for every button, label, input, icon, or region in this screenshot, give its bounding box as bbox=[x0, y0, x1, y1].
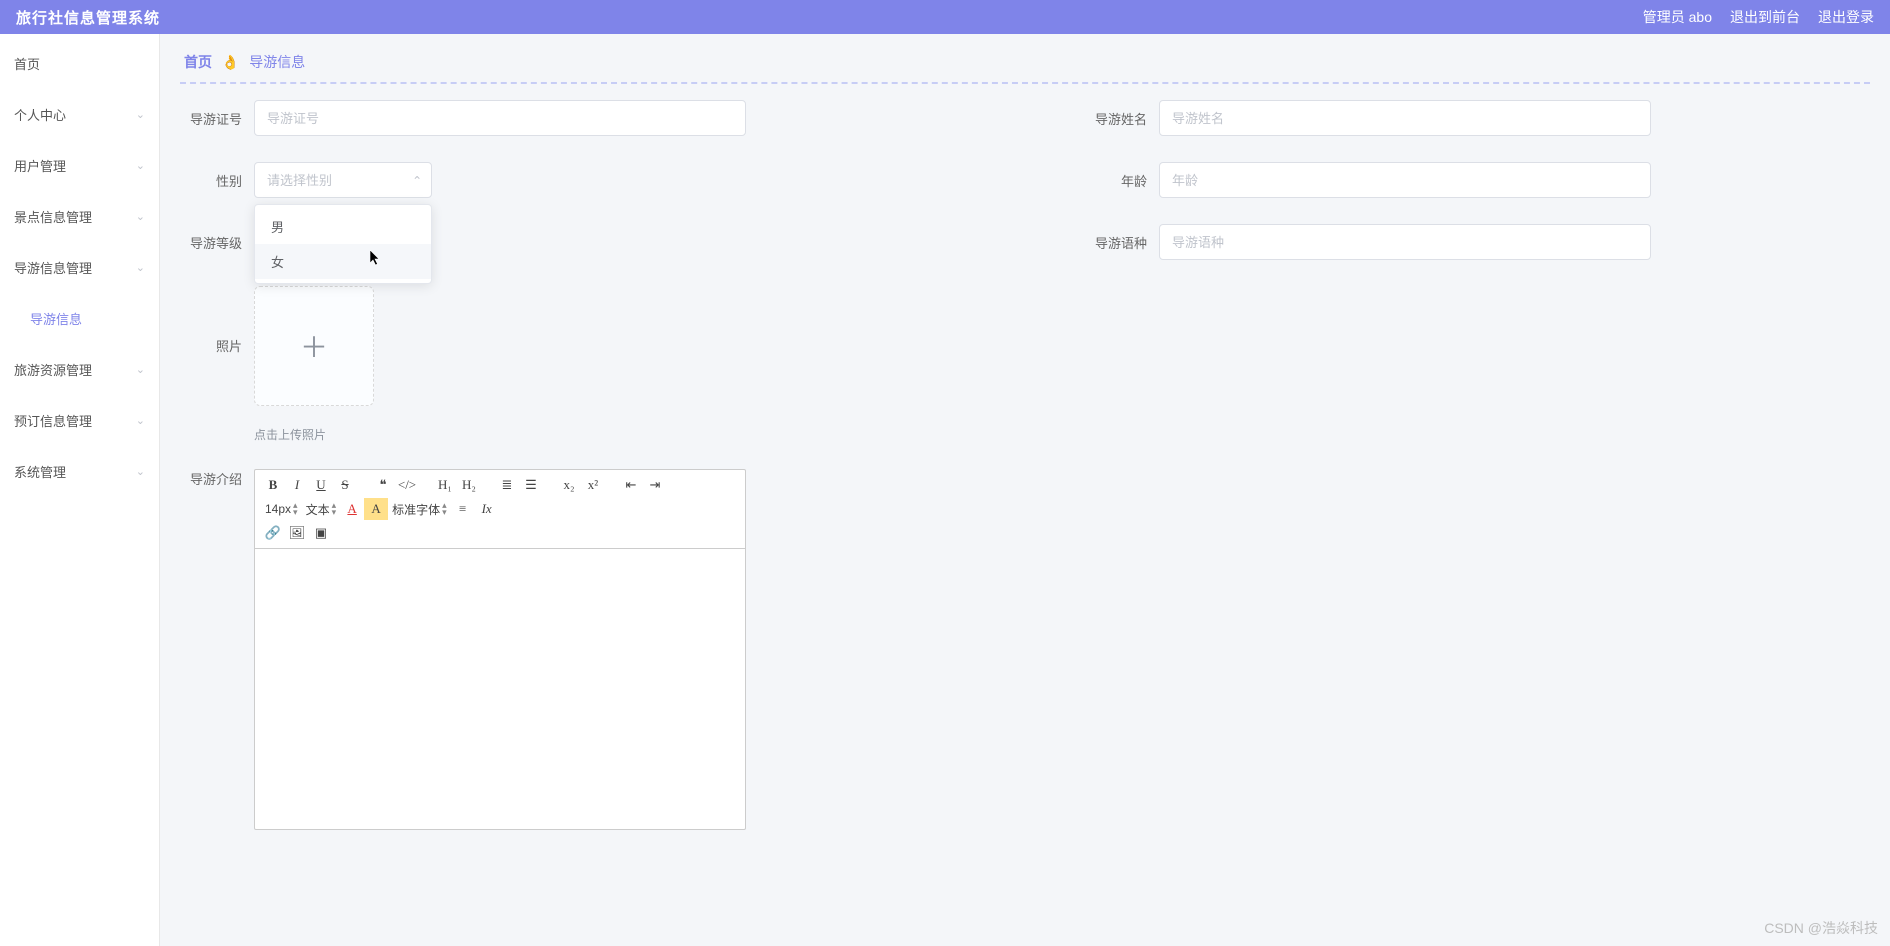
font-family-value: 标准字体 bbox=[392, 501, 440, 518]
sidebar-item-label: 系统管理 bbox=[14, 462, 66, 481]
sidebar-item-label: 个人中心 bbox=[14, 105, 66, 124]
sidebar-item-label: 导游信息管理 bbox=[14, 258, 92, 277]
label-intro: 导游介绍 bbox=[180, 469, 242, 488]
brand-title: 旅行社信息管理系统 bbox=[16, 7, 160, 28]
indent-icon[interactable]: ⇥ bbox=[643, 474, 667, 496]
underline-icon[interactable]: U bbox=[309, 474, 333, 496]
photo-upload-hint: 点击上传照片 bbox=[254, 426, 326, 443]
font-family-select[interactable]: 标准字体 ▴▾ bbox=[388, 498, 451, 520]
chevron-down-icon: ⌄ bbox=[136, 210, 145, 223]
breadcrumb-home[interactable]: 首页 bbox=[184, 54, 212, 70]
logout-link[interactable]: 退出登录 bbox=[1818, 7, 1874, 27]
sort-icon: ▴▾ bbox=[332, 502, 337, 516]
sidebar-item-system[interactable]: 系统管理 ⌄ bbox=[0, 446, 159, 497]
rich-editor: B I U S ❝ </> H₁ H₂ ≣ ☰ bbox=[254, 469, 746, 830]
chevron-down-icon: ⌄ bbox=[136, 159, 145, 172]
bold-icon[interactable]: B bbox=[261, 474, 285, 496]
editor-toolbar: B I U S ❝ </> H₁ H₂ ≣ ☰ bbox=[255, 470, 745, 549]
separator-icon bbox=[543, 474, 557, 496]
sidebar-item-label: 用户管理 bbox=[14, 156, 66, 175]
font-size-value: 14px bbox=[265, 502, 291, 516]
sidebar-item-label: 旅游资源管理 bbox=[14, 360, 92, 379]
sidebar-item-label: 预订信息管理 bbox=[14, 411, 92, 430]
video-icon[interactable]: ▣ bbox=[309, 522, 333, 544]
language-input[interactable] bbox=[1159, 224, 1651, 260]
highlight-icon[interactable]: A bbox=[364, 498, 388, 520]
sidebar-item-profile[interactable]: 个人中心 ⌄ bbox=[0, 89, 159, 140]
breadcrumb-icon: 👌 bbox=[222, 54, 239, 70]
sort-icon: ▴▾ bbox=[442, 502, 447, 516]
gender-option-male[interactable]: 男 bbox=[255, 209, 431, 244]
gender-option-female[interactable]: 女 bbox=[255, 244, 431, 279]
chevron-down-icon: ⌄ bbox=[136, 414, 145, 427]
font-size-select[interactable]: 14px ▴▾ bbox=[261, 498, 302, 520]
guide-id-input[interactable] bbox=[254, 100, 746, 136]
age-input[interactable] bbox=[1159, 162, 1651, 198]
breadcrumb: 首页 👌 导游信息 bbox=[180, 46, 1870, 84]
chevron-down-icon: ⌄ bbox=[136, 108, 145, 121]
label-level: 导游等级 bbox=[180, 233, 242, 252]
photo-upload[interactable]: ＋ bbox=[254, 286, 374, 406]
sidebar-item-label: 景点信息管理 bbox=[14, 207, 92, 226]
cursor-icon bbox=[370, 250, 382, 266]
separator-icon bbox=[605, 474, 619, 496]
sidebar-item-users[interactable]: 用户管理 ⌄ bbox=[0, 140, 159, 191]
subscript-icon[interactable]: x₂ bbox=[557, 474, 581, 496]
image-icon[interactable]: 🖼 bbox=[285, 522, 309, 544]
gender-dropdown: 男 女 bbox=[254, 204, 432, 284]
sidebar-item-resources[interactable]: 旅游资源管理 ⌄ bbox=[0, 344, 159, 395]
sidebar-item-guides[interactable]: 导游信息管理 ⌄ bbox=[0, 242, 159, 293]
h2-icon[interactable]: H₂ bbox=[457, 474, 481, 496]
outdent-icon[interactable]: ⇤ bbox=[619, 474, 643, 496]
sidebar-item-label: 导游信息 bbox=[30, 309, 82, 328]
sidebar: 首页 个人中心 ⌄ 用户管理 ⌄ 景点信息管理 ⌄ 导游信息管理 ⌄ 导游信息 … bbox=[0, 34, 160, 946]
label-language: 导游语种 bbox=[1085, 233, 1147, 252]
clear-format-icon[interactable]: Ix bbox=[475, 498, 499, 520]
link-icon[interactable]: 🔗 bbox=[261, 522, 285, 544]
superscript-icon[interactable]: x² bbox=[581, 474, 605, 496]
italic-icon[interactable]: I bbox=[285, 474, 309, 496]
exit-front-link[interactable]: 退出到前台 bbox=[1730, 7, 1800, 27]
guide-name-input[interactable] bbox=[1159, 100, 1651, 136]
label-guide-name: 导游姓名 bbox=[1085, 109, 1147, 128]
align-icon[interactable]: ≡ bbox=[451, 498, 475, 520]
ul-icon[interactable]: ☰ bbox=[519, 474, 543, 496]
label-guide-id: 导游证号 bbox=[180, 109, 242, 128]
sort-icon: ▴▾ bbox=[293, 502, 298, 516]
label-photo: 照片 bbox=[180, 336, 242, 355]
separator-icon bbox=[419, 474, 433, 496]
top-bar: 旅行社信息管理系统 管理员 abo 退出到前台 退出登录 bbox=[0, 0, 1890, 34]
ol-icon[interactable]: ≣ bbox=[495, 474, 519, 496]
text-type-value: 文本 bbox=[306, 501, 330, 518]
editor-body[interactable] bbox=[255, 549, 745, 829]
main-content: 首页 👌 导游信息 导游证号 导游姓名 性别 ⌄ 男 bbox=[160, 34, 1890, 946]
breadcrumb-current: 导游信息 bbox=[249, 54, 305, 70]
h1-icon[interactable]: H₁ bbox=[433, 474, 457, 496]
quote-icon[interactable]: ❝ bbox=[371, 474, 395, 496]
plus-icon: ＋ bbox=[300, 326, 328, 366]
admin-label[interactable]: 管理员 abo bbox=[1643, 7, 1712, 27]
chevron-down-icon: ⌄ bbox=[136, 261, 145, 274]
label-gender: 性别 bbox=[180, 171, 242, 190]
sidebar-item-guide-info[interactable]: 导游信息 bbox=[0, 293, 159, 344]
gender-select[interactable]: ⌄ 男 女 bbox=[254, 162, 432, 198]
chevron-down-icon: ⌄ bbox=[136, 363, 145, 376]
sidebar-item-booking[interactable]: 预订信息管理 ⌄ bbox=[0, 395, 159, 446]
font-color-icon[interactable]: A bbox=[340, 498, 364, 520]
separator-icon bbox=[481, 474, 495, 496]
chevron-down-icon: ⌄ bbox=[136, 465, 145, 478]
separator-icon bbox=[357, 474, 371, 496]
sidebar-item-label: 首页 bbox=[14, 54, 40, 73]
gender-select-display[interactable] bbox=[254, 162, 432, 198]
code-icon[interactable]: </> bbox=[395, 474, 419, 496]
sidebar-item-spots[interactable]: 景点信息管理 ⌄ bbox=[0, 191, 159, 242]
strike-icon[interactable]: S bbox=[333, 474, 357, 496]
sidebar-item-home[interactable]: 首页 bbox=[0, 38, 159, 89]
label-age: 年龄 bbox=[1085, 171, 1147, 190]
chevron-up-icon: ⌄ bbox=[412, 173, 422, 187]
text-type-select[interactable]: 文本 ▴▾ bbox=[302, 498, 341, 520]
